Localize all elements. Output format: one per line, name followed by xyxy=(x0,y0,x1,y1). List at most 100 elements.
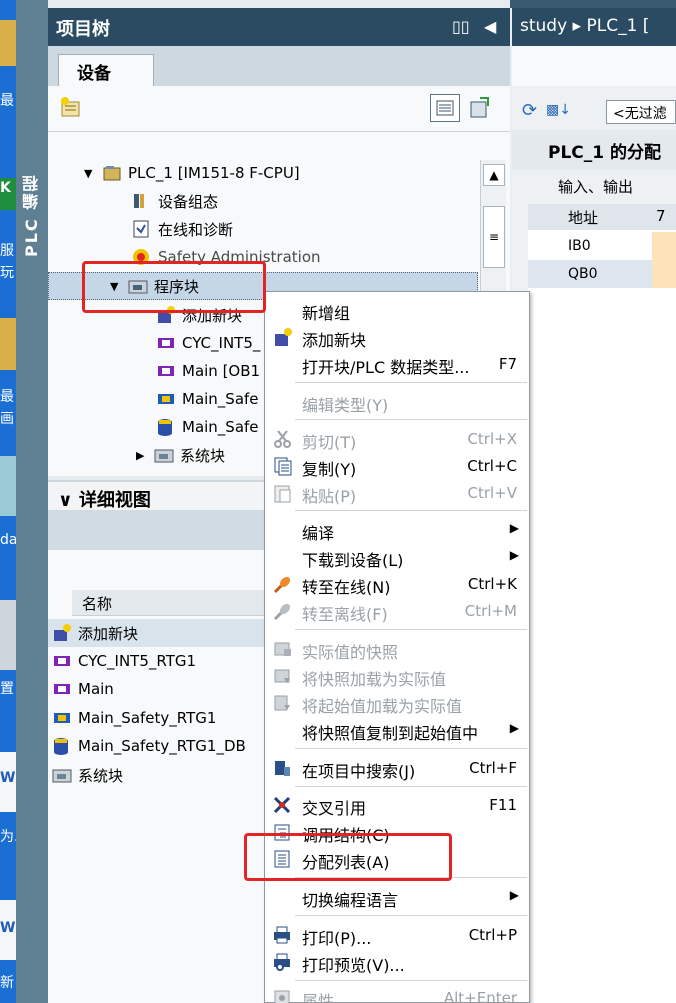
desktop-label: 玩 xyxy=(0,265,14,281)
fb-block-icon xyxy=(52,709,72,727)
menu-item-label: 下载到设备(L) xyxy=(302,551,404,570)
menu-item-compile[interactable]: 编译 ▶ xyxy=(265,516,529,544)
add-device-icon[interactable] xyxy=(60,96,82,118)
submenu-arrow-icon: ▶ xyxy=(509,721,519,735)
detail-view-title-text: 详细视图 xyxy=(78,490,151,511)
detail-row-main[interactable]: Main xyxy=(48,675,114,703)
column-header-7[interactable]: 7 xyxy=(656,207,666,225)
desktop-label: 新 xyxy=(0,975,14,991)
diagnostics-icon xyxy=(132,220,152,238)
detail-row-label: CYC_INT5_RTG1 xyxy=(78,652,197,670)
menu-item-load-start-values[interactable]: 将起始值加载为实际值 xyxy=(265,689,529,717)
table-row[interactable]: IB0 xyxy=(528,232,676,260)
tree-item-online-diagnostics[interactable]: 在线和诊断 xyxy=(132,216,233,242)
menu-item-properties[interactable]: 属性... Alt+Enter xyxy=(265,984,529,1003)
menu-item-paste[interactable]: 粘贴(P) Ctrl+V xyxy=(265,479,529,507)
tab-devices[interactable]: 设备 xyxy=(58,54,154,86)
column-header-address[interactable]: 地址 xyxy=(568,207,598,228)
menu-item-download-to-device[interactable]: 下载到设备(L) ▶ xyxy=(265,543,529,571)
desktop-label: 为. xyxy=(0,829,16,845)
filter-select[interactable]: <无过滤 xyxy=(606,100,676,124)
tree-item-system-blocks[interactable]: ▶ 系统块 xyxy=(136,442,225,468)
menu-item-print-preview[interactable]: 打印预览(V)... xyxy=(265,948,529,976)
submenu-arrow-icon: ▶ xyxy=(509,888,519,902)
expand-right-icon[interactable]: ▶ xyxy=(136,449,150,462)
menu-item-label: 添加新块 xyxy=(302,331,367,350)
collapse-panel-icon[interactable]: ◀ xyxy=(484,17,496,36)
detail-row-cyc-int5[interactable]: CYC_INT5_RTG1 xyxy=(48,647,196,675)
menu-shortcut: Ctrl+C xyxy=(467,457,517,475)
desktop-label: 画 xyxy=(0,411,14,427)
menu-separator xyxy=(295,980,527,981)
db-block-icon xyxy=(52,737,72,755)
folder-icon[interactable] xyxy=(0,318,16,370)
menu-item-label: 将快照值复制到起始值中 xyxy=(302,724,479,743)
chevron-down-icon[interactable]: ∨ xyxy=(58,490,73,511)
tree-item-main-safety-db[interactable]: Main_Safe xyxy=(156,414,259,440)
tree-item-main-safety-fb[interactable]: Main_Safe xyxy=(156,386,259,412)
detail-view-title: ∨ 详细视图 xyxy=(58,486,151,512)
add-new-block-icon xyxy=(52,624,72,642)
tree-item-cyc-int5[interactable]: CYC_INT5_ xyxy=(156,330,260,356)
menu-item-load-snapshot[interactable]: 将快照加载为实际值 xyxy=(265,662,529,690)
tree-item-plc[interactable]: ▼ PLC_1 [IM151-8 F-CPU] xyxy=(84,160,300,186)
bit-cell[interactable] xyxy=(652,260,676,288)
editor-heading: PLC_1 的分配 xyxy=(512,130,676,170)
menu-item-open-block[interactable]: 打开块/PLC 数据类型... F7 xyxy=(265,350,529,378)
expand-down-icon[interactable]: ▼ xyxy=(84,167,98,180)
desktop-label: 最 xyxy=(0,389,14,405)
folder-icon[interactable] xyxy=(0,20,16,66)
load-snapshot-icon xyxy=(274,669,290,683)
tree-item-main-ob1[interactable]: Main [OB1 xyxy=(156,358,260,384)
refresh-icon[interactable]: ⟳ xyxy=(522,100,537,121)
desktop-label: da xyxy=(0,532,16,548)
menu-item-go-online[interactable]: 转至在线(N) Ctrl+K xyxy=(265,570,529,598)
menu-item-copy-snapshot-to-start[interactable]: 将快照值复制到起始值中 ▶ xyxy=(265,716,529,744)
print-preview-icon xyxy=(274,953,290,971)
menu-item-new-group[interactable]: 新增组 xyxy=(265,296,529,324)
menu-item-edit-type[interactable]: 编辑类型(Y) xyxy=(265,388,529,416)
detail-row-system-blocks[interactable]: 系统块 xyxy=(48,761,123,789)
tree-item-label: CYC_INT5_ xyxy=(182,334,261,352)
save-layout-icon[interactable] xyxy=(468,96,492,120)
detail-row-main-safety[interactable]: Main_Safety_RTG1 xyxy=(48,704,216,732)
menu-item-label: 粘贴(P) xyxy=(302,487,357,506)
detail-row-label: 系统块 xyxy=(78,766,124,785)
menu-item-snapshot[interactable]: 实际值的快照 xyxy=(265,635,529,663)
menu-item-cut[interactable]: 剪切(T) Ctrl+X xyxy=(265,425,529,453)
file-icon[interactable] xyxy=(0,600,16,670)
detail-row-label: Main_Safety_RTG1_DB xyxy=(78,737,246,755)
menu-item-cross-reference[interactable]: 交叉引用 F11 xyxy=(265,791,529,819)
load-start-values-icon xyxy=(274,695,290,711)
image-icon[interactable] xyxy=(0,456,16,516)
detail-row-main-safety-db[interactable]: Main_Safety_RTG1_DB xyxy=(48,732,246,760)
menu-item-add-new-block[interactable]: 添加新块 xyxy=(265,323,529,351)
menu-separator xyxy=(295,748,527,749)
scroll-thumb[interactable]: ≡ xyxy=(483,206,505,268)
plc-programming-vertical-tab[interactable]: PLC 编程 xyxy=(16,0,48,1003)
tab-strip: 设备 xyxy=(48,46,510,86)
tree-item-device-config[interactable]: 设备组态 xyxy=(132,188,218,214)
scissors-icon xyxy=(274,430,291,448)
menu-item-label: 实际值的快照 xyxy=(302,643,399,662)
panel-layout-icon[interactable]: ▯▯ xyxy=(452,17,470,36)
menu-separator xyxy=(295,510,527,511)
add-new-block-icon xyxy=(275,328,292,346)
menu-shortcut: F7 xyxy=(498,355,517,373)
table-row[interactable]: QB0 xyxy=(528,260,676,288)
desktop-label: 服 xyxy=(0,243,14,259)
menu-item-search-in-project[interactable]: 在项目中搜索(J) Ctrl+F xyxy=(265,754,529,782)
menu-item-switch-language[interactable]: 切换编程语言 ▶ xyxy=(265,883,529,911)
scroll-up-icon[interactable]: ▲ xyxy=(483,164,505,186)
db-block-icon xyxy=(156,418,176,436)
menu-item-label: 将快照加载为实际值 xyxy=(302,670,447,689)
system-blocks-folder-icon xyxy=(52,766,72,784)
menu-item-print[interactable]: 打印(P)... Ctrl+P xyxy=(265,921,529,949)
bit-cell[interactable] xyxy=(652,232,676,260)
menu-item-copy[interactable]: 复制(Y) Ctrl+C xyxy=(265,452,529,480)
filter-options-icon[interactable]: ▩↓ xyxy=(546,102,571,118)
menu-item-go-offline[interactable]: 转至离线(F) Ctrl+M xyxy=(265,597,529,625)
menu-separator xyxy=(295,629,527,630)
device-config-icon xyxy=(132,192,152,210)
detail-view-toggle-icon[interactable] xyxy=(430,94,460,122)
